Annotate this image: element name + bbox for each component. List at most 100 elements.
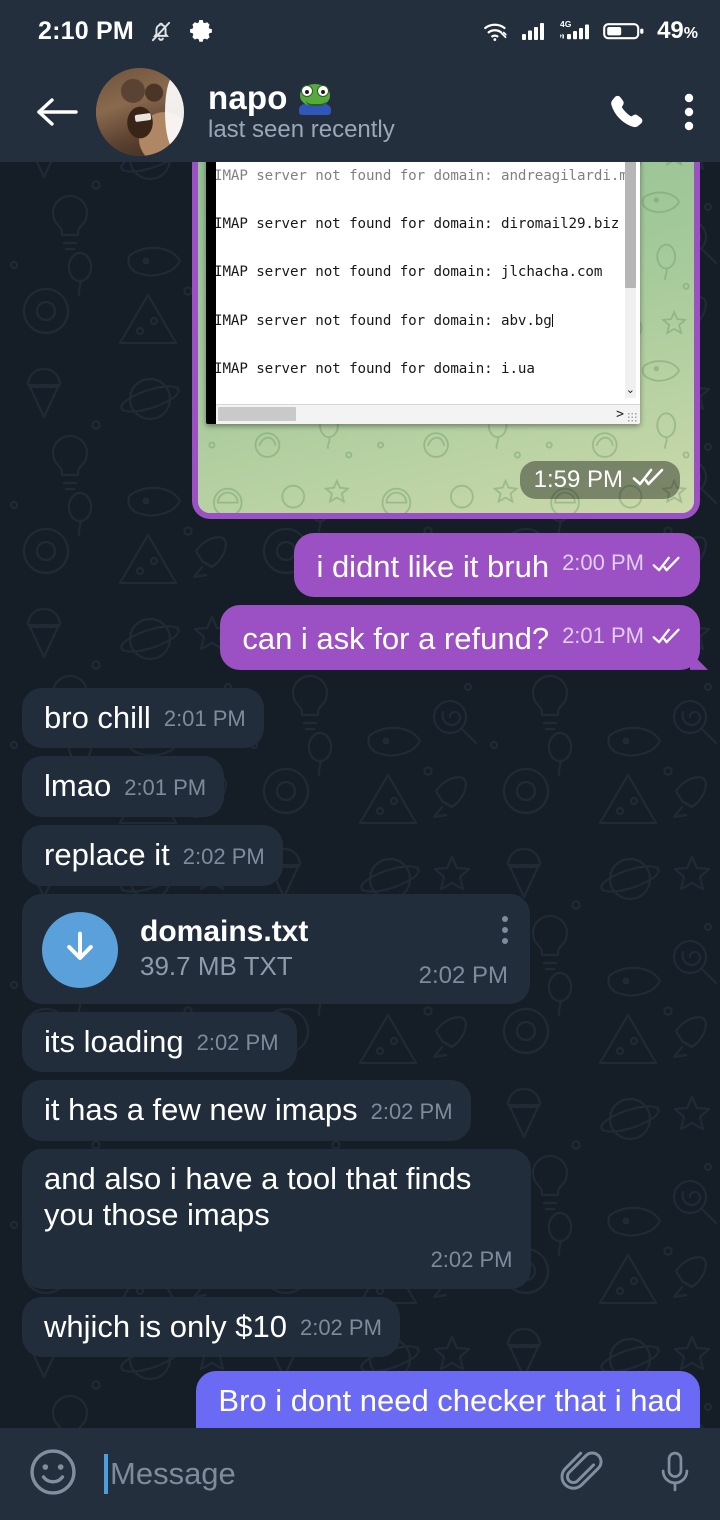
message-text: its loading (44, 1023, 184, 1059)
photo-content: IMAP server not found for domain: andrea… (198, 162, 694, 513)
terminal-line: IMAP server not found for domain: diroma… (214, 216, 620, 233)
message-bubble-outgoing[interactable]: can i ask for a refund? 2:01 PM (220, 605, 700, 670)
search-input-wrapper[interactable]: Message (104, 1454, 540, 1494)
resize-grip-icon[interactable] (627, 411, 637, 422)
message-timestamp: 2:02 PM (370, 1098, 453, 1124)
download-arrow-icon (60, 927, 100, 972)
file-name: domains.txt (140, 914, 309, 948)
double-check-icon (652, 545, 682, 582)
message-text: lmao (44, 768, 112, 804)
message-bubble-incoming[interactable]: replace it 2:02 PM (22, 825, 283, 886)
terminal-window: IMAP server not found for domain: andrea… (206, 162, 640, 424)
message-row: whjich is only $10 2:02 PM (22, 1296, 700, 1358)
message-text: whjich is only $10 (44, 1308, 287, 1344)
message-input-bar: Message (0, 1428, 720, 1520)
terminal-vertical-scrollbar[interactable] (625, 162, 636, 398)
page-title: napo (208, 78, 288, 116)
scrollbar-thumb-horizontal[interactable] (218, 407, 296, 422)
telegram-chat-screen: 2:10 PM 4G 49% napo last seen recently I… (0, 0, 720, 1520)
message-meta: 2:02 PM (183, 844, 265, 874)
file-overflow-menu-icon[interactable] (502, 915, 508, 944)
download-button[interactable] (42, 911, 118, 988)
back-button[interactable] (30, 92, 84, 132)
message-list[interactable]: IMAP server not found for domain: andrea… (0, 162, 720, 1428)
smiley-icon[interactable] (26, 1445, 80, 1504)
message-row: bro chill 2:01 PM (22, 687, 700, 749)
message-meta: 2:00 PM (562, 545, 682, 586)
pepe-frog-emoji (297, 81, 333, 116)
messages-container: IMAP server not found for domain: andrea… (0, 162, 720, 1428)
message-text: it has a few new imaps (44, 1092, 358, 1128)
phone-icon[interactable] (606, 91, 648, 133)
terminal-line: IMAP server not found for domain: i.ua (214, 361, 535, 377)
message-meta: 2:02 PM (431, 1247, 513, 1277)
message-timestamp: 2:02 PM (299, 1315, 382, 1341)
message-row: its loading 2:02 PM (22, 1011, 700, 1073)
back-arrow-icon (32, 92, 82, 132)
terminal-line-active: IMAP server not found for domain: abv.bg (214, 312, 554, 329)
message-timestamp: 2:01 PM (124, 775, 207, 801)
message-text: Bro i dont need checker that i had (218, 1383, 682, 1419)
message-timestamp: 2:02 PM (418, 961, 508, 989)
message-bubble-incoming[interactable]: lmao 2:01 PM (22, 756, 225, 817)
message-timestamp: 2:01 PM (562, 622, 644, 648)
file-message-bubble[interactable]: domains.txt 39.7 MB TXT 2:02 PM (22, 893, 530, 1004)
terminal-horizontal-scrollbar[interactable]: > (216, 403, 640, 424)
message-timestamp: 2:02 PM (182, 843, 265, 869)
message-meta: 2:02 PM (371, 1099, 453, 1129)
microphone-icon[interactable] (654, 1448, 696, 1501)
message-row-file: domains.txt 39.7 MB TXT 2:02 PM (22, 893, 700, 1004)
battery-percent: 49% (657, 17, 698, 44)
timestamp-text: 1:59 PM (533, 465, 623, 493)
status-bar-right: 4G 49% (482, 17, 698, 45)
avatar-highlight (164, 75, 184, 149)
chat-title-block[interactable]: napo last seen recently (208, 78, 592, 143)
message-bubble-incoming[interactable]: and also i have a tool that finds you th… (22, 1148, 531, 1289)
message-row: it has a few new imaps 2:02 PM (22, 1080, 700, 1141)
message-timestamp: 2:00 PM (562, 550, 644, 575)
message-text: and also i have a tool that finds you th… (44, 1160, 481, 1233)
message-row: i didnt like it bruh 2:00 PM (22, 532, 700, 598)
photo-timestamp: 1:59 PM (519, 460, 680, 499)
paperclip-icon[interactable] (560, 1449, 606, 1500)
terminal-line: IMAP server not found for domain: andrea… (214, 167, 637, 184)
message-timestamp: 2:01 PM (163, 706, 246, 732)
avatar[interactable] (96, 68, 184, 156)
overflow-menu-icon[interactable] (682, 90, 696, 134)
message-text: replace it (44, 837, 170, 872)
signal-icon (521, 19, 549, 43)
message-bubble-incoming[interactable]: it has a few new imaps 2:02 PM (22, 1080, 471, 1141)
scrollbar-thumb[interactable] (625, 162, 636, 288)
message-row: replace it 2:02 PM (22, 825, 700, 886)
input-bar-actions (560, 1448, 696, 1501)
svg-text:4G: 4G (560, 19, 572, 29)
header-actions (606, 90, 696, 134)
chat-status-subtitle: last seen recently (208, 115, 395, 143)
message-bubble-incoming[interactable]: bro chill 2:01 PM (22, 687, 264, 749)
message-meta: 2:01 PM (562, 617, 682, 658)
scroll-right-arrow-icon[interactable]: > (616, 407, 624, 422)
message-bubble-incoming[interactable]: its loading 2:02 PM (22, 1011, 297, 1073)
message-bubble-incoming[interactable]: whjich is only $10 2:02 PM (22, 1296, 400, 1358)
status-bar-left: 2:10 PM (38, 17, 214, 46)
message-meta: 2:01 PM (124, 775, 206, 805)
message-bubble-outgoing[interactable]: i didnt like it bruh 2:00 PM (294, 532, 700, 598)
message-meta: 2:02 PM (300, 1315, 382, 1345)
message-row: lmao 2:01 PM (22, 756, 700, 817)
terminal-line: IMAP server not found for domain: jlchac… (214, 264, 603, 281)
terminal-output: IMAP server not found for domain: andrea… (214, 162, 640, 424)
message-row: can i ask for a refund? 2:01 PM (22, 605, 700, 670)
double-check-icon (632, 466, 666, 494)
chat-header: napo last seen recently (0, 62, 720, 162)
message-timestamp: 2:02 PM (196, 1030, 279, 1056)
text-cursor (104, 1454, 108, 1494)
message-row: Bro i dont need checker that i had (22, 1371, 700, 1428)
photo-message-bubble[interactable]: IMAP server not found for domain: andrea… (192, 162, 700, 519)
scroll-down-arrow-icon[interactable]: ⌄ (626, 383, 635, 396)
message-input-placeholder: Message (110, 1456, 236, 1491)
message-row: and also i have a tool that finds you th… (22, 1148, 700, 1289)
message-text: bro chill (44, 699, 151, 735)
gear-icon (188, 18, 214, 44)
status-bar: 2:10 PM 4G 49% (0, 0, 720, 62)
message-bubble-outgoing[interactable]: Bro i dont need checker that i had (196, 1371, 700, 1428)
